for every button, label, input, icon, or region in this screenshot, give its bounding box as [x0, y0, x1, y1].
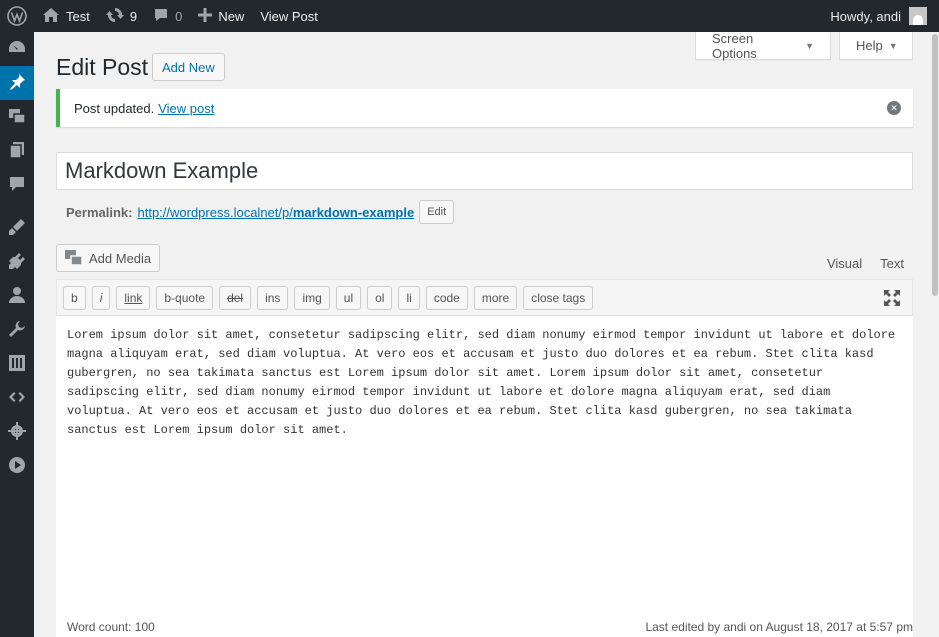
menu-pages[interactable]: [0, 134, 34, 168]
quicktag-link-button[interactable]: link: [116, 285, 151, 310]
screen-options-button[interactable]: Screen Options ▼: [695, 30, 831, 61]
menu-media[interactable]: [0, 100, 34, 134]
help-label: Help: [856, 38, 883, 53]
editor-textarea[interactable]: Lorem ipsum dolor sit amet, consetetur s…: [56, 316, 913, 637]
site-name-link[interactable]: Test: [34, 0, 98, 32]
menu-appearance[interactable]: [0, 211, 34, 245]
menu-settings-extra[interactable]: [0, 347, 34, 381]
fullscreen-icon[interactable]: [884, 290, 900, 309]
last-edited: Last edited by andi on August 18, 2017 a…: [645, 620, 913, 634]
quicktag-ul-button[interactable]: ul: [335, 285, 362, 310]
add-new-button[interactable]: Add New: [152, 53, 225, 81]
menu-code[interactable]: [0, 381, 34, 415]
plus-icon: [198, 7, 213, 25]
quicktag-i-button[interactable]: i: [91, 285, 111, 310]
word-count: Word count: 100: [67, 620, 155, 634]
comment-icon: [153, 7, 169, 26]
wrench-icon: [8, 320, 26, 341]
view-post-link[interactable]: View Post: [252, 0, 326, 32]
quicktag-b-button[interactable]: b: [63, 285, 86, 310]
content-area: Screen Options ▼ Help ▼ Edit Post Add Ne…: [34, 30, 931, 637]
home-icon: [42, 7, 60, 26]
post-title-input[interactable]: Markdown Example: [56, 152, 913, 190]
tab-visual[interactable]: Visual: [818, 256, 871, 271]
page-title: Edit Post: [56, 54, 149, 80]
play-circle-icon: [8, 456, 26, 477]
add-media-label: Add Media: [89, 250, 152, 266]
quicktag-ol-button[interactable]: ol: [367, 285, 393, 310]
comments-count: 0: [175, 8, 183, 24]
menu-posts[interactable]: [0, 66, 34, 100]
gear-icon: [8, 421, 26, 443]
menu-comments[interactable]: [0, 168, 34, 202]
notice-text: Post updated.: [74, 100, 155, 116]
user-icon: [8, 286, 26, 307]
new-label: New: [218, 8, 245, 24]
comment-icon: [8, 175, 26, 196]
permalink-url[interactable]: http://wordpress.localnet/p/markdown-exa…: [137, 205, 414, 220]
updates-count: 9: [129, 8, 138, 24]
wordpress-logo-icon[interactable]: [0, 0, 34, 32]
site-name: Test: [66, 8, 90, 24]
quicktag-li-button[interactable]: li: [398, 285, 420, 310]
quicktag-img-button[interactable]: img: [294, 285, 330, 310]
admin-bar: Test 9 0 New View Post Howdy, andi: [0, 0, 939, 32]
avatar: [909, 7, 927, 25]
howdy-text: Howdy, andi: [830, 8, 901, 24]
permalink-base: http://wordpress.localnet/p/: [137, 204, 293, 220]
menu-dashboard[interactable]: [0, 32, 34, 66]
editor-mode-tabs: Visual Text: [818, 256, 913, 271]
page-scrollbar[interactable]: [931, 32, 939, 637]
updates-link[interactable]: 9: [98, 0, 145, 32]
caret-down-icon: ▼: [888, 40, 898, 51]
view-post-link[interactable]: View post: [158, 101, 214, 116]
menu-plugins[interactable]: [0, 245, 34, 279]
updates-icon: [105, 6, 124, 27]
add-media-button[interactable]: Add Media: [56, 244, 161, 272]
quicktag-more-button[interactable]: more: [473, 285, 518, 310]
quicktag-del-button[interactable]: del: [219, 285, 252, 310]
permalink-slug: markdown-example: [292, 204, 415, 220]
sliders-icon: [8, 354, 26, 375]
pages-icon: [8, 141, 26, 162]
code-icon: [8, 388, 26, 409]
media-icon: [8, 107, 26, 128]
permalink-label: Permalink:: [66, 204, 133, 220]
help-button[interactable]: Help ▼: [839, 32, 913, 60]
brush-icon: [8, 218, 26, 239]
post-status-info: Word count: 100 Last edited by andi on A…: [67, 620, 913, 634]
permalink: Permalink: http://wordpress.localnet/p/m…: [66, 199, 455, 225]
quicktag-ins-button[interactable]: ins: [257, 285, 289, 310]
media-icon: [65, 250, 83, 266]
quicktag-code-button[interactable]: code: [425, 285, 468, 310]
view-post-label: View Post: [260, 8, 318, 24]
new-content-link[interactable]: New: [190, 0, 252, 32]
editor: b i link b-quote del ins img ul ol li code more clos…: [56, 279, 913, 637]
caret-down-icon: ▼: [805, 40, 814, 51]
admin-menu: [0, 32, 34, 637]
tab-text[interactable]: Text: [871, 256, 913, 271]
menu-collapse[interactable]: [0, 449, 34, 483]
quicktags-toolbar: b i link b-quote del ins img ul ol li code more clos…: [56, 279, 913, 316]
post-updated-notice: Post updated. View post ✕: [56, 89, 913, 127]
dashboard-icon: [8, 39, 26, 60]
menu-users[interactable]: [0, 279, 34, 313]
menu-settings[interactable]: [0, 415, 34, 449]
pin-icon: [8, 73, 26, 94]
quicktag-b-quote-button[interactable]: b-quote: [156, 285, 214, 310]
menu-tools[interactable]: [0, 313, 34, 347]
quicktag-close-tags-button[interactable]: close tags: [523, 285, 594, 310]
plugin-icon: [8, 252, 26, 273]
screen-options-label: Screen Options: [712, 30, 757, 61]
dismiss-icon[interactable]: ✕: [887, 101, 901, 115]
comments-link[interactable]: 0: [145, 0, 190, 32]
my-account-link[interactable]: Howdy, andi: [822, 0, 939, 32]
edit-slug-button[interactable]: Edit: [419, 200, 455, 224]
